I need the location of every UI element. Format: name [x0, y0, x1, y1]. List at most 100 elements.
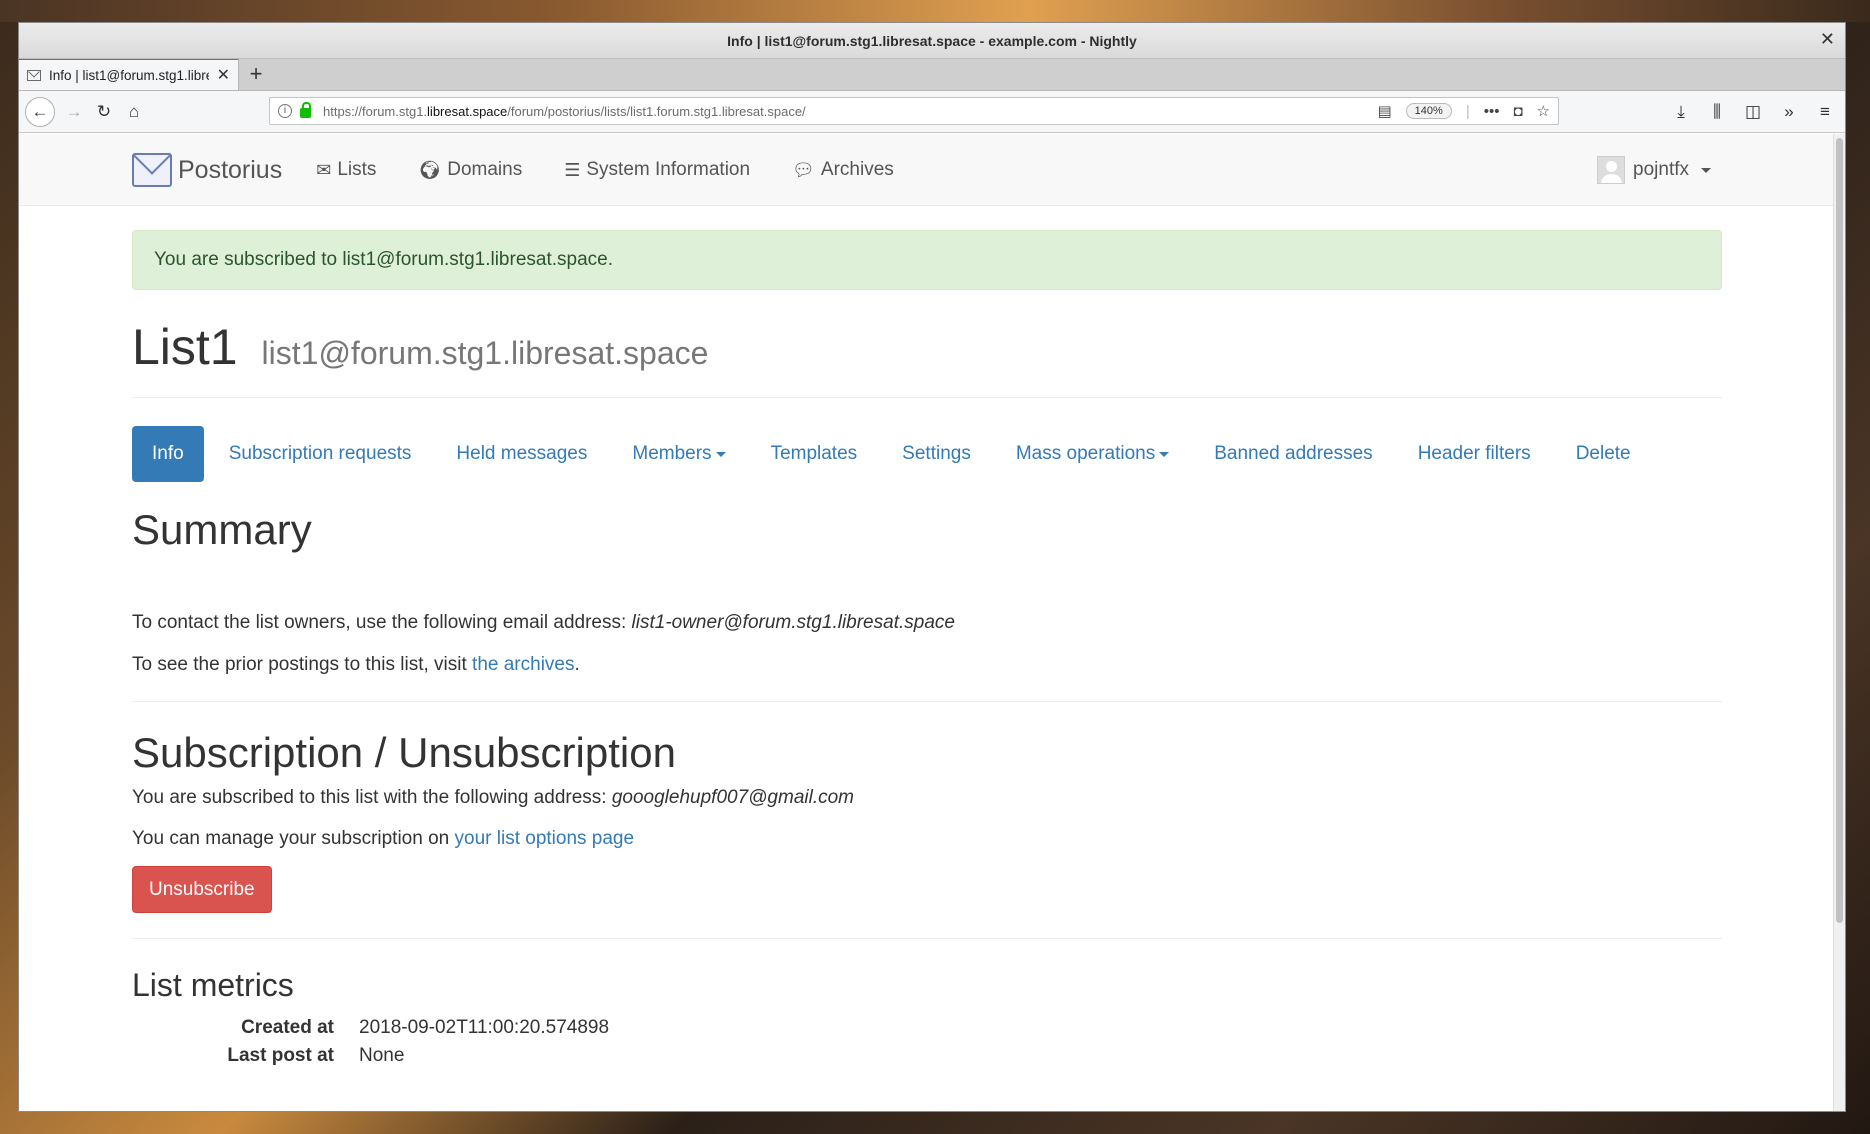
tab-templates[interactable]: Templates: [751, 426, 878, 482]
caret-down-icon: [715, 451, 726, 457]
library-icon[interactable]: ⫼: [1703, 97, 1731, 127]
tab-label: Banned addresses: [1214, 443, 1373, 464]
browser-toolbar: ← → ↻ ⌂ i https://forum.stg1. libresat.sp…: [19, 91, 1845, 133]
metric-value: 2018-09-02T11:00:20.574898: [359, 1017, 610, 1039]
browser-window: Info | list1@forum.stg1.libresat.space -…: [18, 22, 1846, 1112]
owner-email: list1-owner@forum.stg1.libresat.space: [631, 612, 955, 633]
metric-label: Created at: [241, 1017, 334, 1039]
browser-tab-active[interactable]: Info | list1@forum.stg1.libresat.space ✕: [19, 58, 239, 90]
toolbar-right: ⤓ ⫼ ◫ » ≡: [1667, 97, 1839, 127]
subscribed-email: goooglehupf007@gmail.com: [611, 787, 855, 809]
tab-banned-addresses[interactable]: Banned addresses: [1194, 426, 1392, 482]
username: pojntfx: [1633, 159, 1689, 180]
new-tab-button[interactable]: +: [239, 58, 273, 90]
tab-label: Info: [152, 443, 184, 464]
url-path: /forum/postorius/lists/list1.forum.stg1.…: [507, 103, 806, 119]
tab-close-icon[interactable]: ✕: [217, 65, 230, 85]
list-tabs: Info Subscription requests Held messages…: [132, 426, 1722, 482]
subscribed-alert: You are subscribed to list1@forum.stg1.l…: [132, 230, 1722, 290]
subscribed-address-text: You are subscribed to this list with the…: [132, 785, 1722, 812]
envelope-favicon-icon: [27, 69, 41, 81]
nav-system-information-label: System Information: [586, 159, 751, 180]
metrics-heading: List metrics: [132, 967, 294, 1004]
list-name: List1: [132, 319, 238, 375]
reader-view-icon[interactable]: ▤: [1377, 102, 1391, 120]
subscribed-label: You are subscribed to this list with the…: [132, 787, 612, 809]
tab-delete[interactable]: Delete: [1556, 426, 1651, 482]
caret-down-icon: [1159, 451, 1170, 457]
window-title: Info | list1@forum.stg1.libresat.space -…: [727, 32, 1137, 49]
site-info-icon[interactable]: i: [278, 104, 292, 118]
summary-heading: Summary: [132, 506, 312, 553]
tab-label: Mass operations: [1015, 443, 1156, 464]
metrics-row: Created at 2018-09-02T11:00:20.574898: [132, 1014, 1722, 1042]
sidebar-icon[interactable]: ◫: [1739, 97, 1767, 127]
tab-mass-operations[interactable]: Mass operations: [996, 426, 1189, 482]
bookmark-star-icon[interactable]: ☆: [1537, 102, 1550, 120]
tab-members[interactable]: Members: [612, 426, 745, 482]
postorius-navbar: Postorius ✉ Lists 🌍︎ Domains ☰ System In…: [19, 134, 1845, 206]
nav-domains[interactable]: 🌍︎ Domains: [418, 159, 522, 181]
metrics-row: Last post at None: [132, 1042, 1722, 1070]
caret-down-icon: [1701, 167, 1711, 173]
url-prefix: https://forum.stg1.: [323, 103, 428, 119]
tab-label: Header filters: [1417, 443, 1531, 464]
page-title: List1 list1@forum.stg1.libresat.space: [132, 320, 1722, 375]
unsubscribe-button[interactable]: Unsubscribe: [132, 866, 272, 914]
archives-suffix: .: [574, 653, 580, 675]
nav-lists-label: Lists: [337, 159, 377, 180]
window-close-icon[interactable]: ✕: [1820, 29, 1835, 50]
metric-value: None: [359, 1045, 405, 1067]
page-actions-icon[interactable]: •••: [1484, 103, 1500, 120]
tab-info[interactable]: Info: [132, 426, 204, 482]
tab-strip: Info | list1@forum.stg1.libresat.space ✕…: [19, 58, 1845, 91]
tab-held-messages[interactable]: Held messages: [436, 426, 607, 482]
tab-label: Members: [632, 443, 712, 464]
avatar: [1597, 156, 1626, 184]
downloads-icon[interactable]: ⤓: [1667, 97, 1695, 127]
tab-label: Settings: [902, 443, 971, 464]
postorius-logo-icon: [132, 153, 172, 187]
overflow-chevron-icon[interactable]: »: [1775, 97, 1803, 127]
unsubscribe-row: Unsubscribe: [132, 866, 1722, 914]
owner-contact-text: To contact the list owners, use the foll…: [132, 610, 1722, 637]
nav-system-information[interactable]: ☰ System Information: [564, 159, 750, 181]
back-arrow-icon[interactable]: ←: [25, 96, 55, 127]
pocket-icon[interactable]: ◘: [1513, 103, 1522, 120]
tab-subscription-requests[interactable]: Subscription requests: [209, 426, 432, 482]
url-bar[interactable]: i https://forum.stg1. libresat.space/foru…: [269, 97, 1559, 125]
forward-arrow-icon[interactable]: →: [59, 97, 89, 127]
reload-icon[interactable]: ↻: [89, 97, 119, 127]
brand-link[interactable]: Postorius: [132, 153, 282, 187]
main-container: You are subscribed to list1@forum.stg1.l…: [132, 206, 1722, 1070]
nav-lists[interactable]: ✉ Lists: [316, 159, 376, 181]
tab-label: Subscription requests: [228, 443, 412, 464]
hamburger-menu-icon[interactable]: ≡: [1811, 97, 1839, 127]
comment-icon: 💬︎: [792, 159, 815, 180]
scrollbar-thumb[interactable]: [1836, 138, 1843, 923]
home-icon[interactable]: ⌂: [119, 97, 149, 127]
envelope-icon: ✉: [316, 159, 332, 180]
url-host: libresat.space: [427, 103, 508, 119]
manage-text: You can manage your subscription on your…: [132, 826, 1722, 853]
page-header: List1 list1@forum.stg1.libresat.space: [132, 320, 1722, 398]
tab-settings[interactable]: Settings: [882, 426, 991, 482]
list-address: list1@forum.stg1.libresat.space: [261, 335, 709, 371]
separator-icon: |: [1465, 102, 1470, 120]
archives-link[interactable]: the archives: [472, 654, 574, 675]
nav-domains-label: Domains: [447, 159, 523, 180]
subscription-heading: Subscription / Unsubscription: [132, 729, 676, 777]
archives-prefix: To see the prior postings to this list, …: [132, 653, 473, 675]
list-options-link[interactable]: your list options page: [455, 828, 635, 849]
globe-icon: 🌍︎: [418, 159, 442, 180]
secure-lock-icon: [300, 102, 311, 118]
tab-label: Delete: [1575, 443, 1631, 464]
zoom-level[interactable]: 140%: [1405, 103, 1452, 119]
metric-label: Last post at: [227, 1045, 334, 1067]
owner-contact-label: To contact the list owners, use the foll…: [132, 612, 632, 633]
page-scrollbar[interactable]: [1833, 134, 1845, 1111]
user-menu[interactable]: pojntfx: [1597, 156, 1711, 184]
nav-archives[interactable]: 💬︎ Archives: [792, 159, 894, 181]
tab-header-filters[interactable]: Header filters: [1398, 426, 1551, 482]
divider: [132, 938, 1722, 940]
